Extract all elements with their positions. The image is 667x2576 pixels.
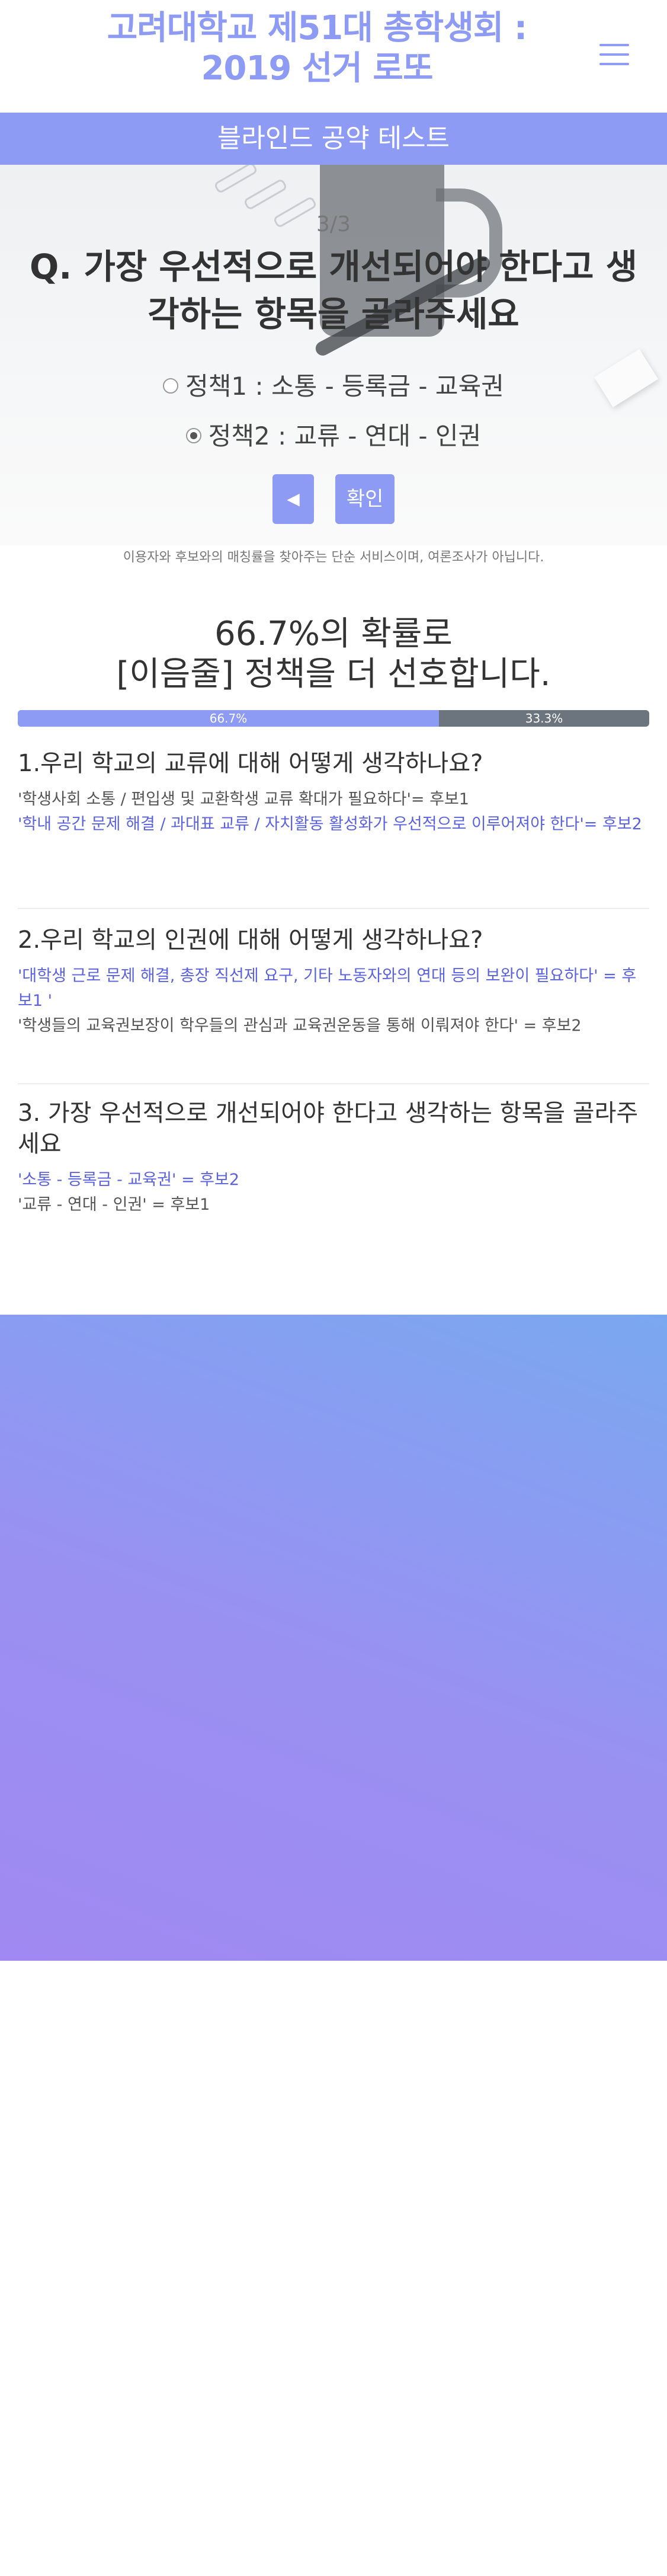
disclaimer-text: 이용자와 후보와의 매칭률을 찾아주는 단순 서비스이며, 여론조사가 아닙니다… [123, 550, 544, 565]
result-summary: 66.7%의 확률로 [이음줄] 정책을 더 선호합니다. [0, 614, 667, 695]
section-title: 1.우리 학교의 교류에 대해 어떻게 생각하나요? [18, 750, 483, 777]
gradient-background-section [0, 1315, 667, 1961]
radio-icon[interactable] [163, 378, 179, 394]
answer-line-highlight: '소통 - 등록금 - 교육권' = 후보2 [18, 1171, 240, 1189]
answer-section-2: 2.우리 학교의 인권에 대해 어떻게 생각하나요? '대학생 근로 문제 해결… [18, 925, 649, 1038]
divider [18, 908, 649, 909]
answer-line: '교류 - 연대 - 인권' = 후보1 [18, 1196, 210, 1214]
answer-line: '학생사회 소통 / 편입생 및 교환학생 교류 확대가 필요하다'= 후보1 [18, 790, 469, 808]
progress-segment-second: 33.3% [525, 711, 563, 726]
radio-checked-icon[interactable] [185, 427, 201, 443]
answer-section-1: 1.우리 학교의 교류에 대해 어떻게 생각하나요? '학생사회 소통 / 편입… [18, 748, 649, 837]
progress-segment-first: 66.7% [18, 710, 440, 727]
question-text-line2: 각하는 항목을 골라주세요 [147, 294, 520, 334]
question-hero: 3/3 Q. 가장 우선적으로 개선되어야 한다고 생 각하는 항목을 골라주세… [0, 165, 667, 545]
section-title: 3. 가장 우선적으로 개선되어야 한다고 생각하는 항목을 골라주세요 [18, 1100, 639, 1158]
result-line1: 66.7%의 확률로 [214, 615, 453, 653]
answer-section-3: 3. 가장 우선적으로 개선되어야 한다고 생각하는 항목을 골라주세요 '소통… [18, 1098, 649, 1217]
answer-line-highlight: '학내 공간 문제 해결 / 과대표 교류 / 자치활동 활성화가 우선적으로 … [18, 815, 642, 833]
site-header: 고려대학교 제51대 총학생회 : 2019 선거 로또 [0, 0, 667, 113]
answer-line: '학생들의 교육권보장이 학우들의 관심과 교육권운동을 통해 이뤄져야 한다'… [18, 1017, 582, 1035]
option-policy2[interactable]: 정책2 : 교류 - 연대 - 인권 [0, 416, 667, 452]
site-title-line2: 2019 선거 로또 [201, 49, 434, 88]
option-label: 정책2 : 교류 - 연대 - 인권 [208, 421, 482, 450]
match-progress-bar: 66.7% 33.3% [18, 710, 649, 727]
option-policy1[interactable]: 정책1 : 소통 - 등록금 - 교육권 [0, 366, 667, 402]
paperclip-shape [243, 178, 288, 211]
site-title[interactable]: 고려대학교 제51대 총학생회 : 2019 선거 로또 [0, 8, 634, 89]
site-title-line1: 고려대학교 제51대 총학생회 : [107, 9, 528, 47]
back-button[interactable]: ◀ [272, 474, 314, 524]
hamburger-menu-icon[interactable] [599, 43, 630, 66]
option-label: 정책1 : 소통 - 등록금 - 교육권 [185, 372, 504, 401]
result-line2: [이음줄] 정책을 더 선호합니다. [116, 655, 551, 693]
question-counter: 3/3 [316, 212, 351, 236]
test-banner: 블라인드 공약 테스트 [0, 113, 667, 165]
answer-line-highlight: '대학생 근로 문제 해결, 총장 직선제 요구, 기타 노동자와의 연대 등의… [18, 967, 637, 1010]
confirm-button[interactable]: 확인 [335, 474, 395, 524]
paperclip-shape [213, 165, 258, 194]
question-text: Q. 가장 우선적으로 개선되어야 한다고 생 각하는 항목을 골라주세요 [0, 243, 667, 338]
question-text-line1: Q. 가장 우선적으로 개선되어야 한다고 생 [29, 247, 638, 287]
section-title: 2.우리 학교의 인권에 대해 어떻게 생각하나요? [18, 926, 483, 954]
